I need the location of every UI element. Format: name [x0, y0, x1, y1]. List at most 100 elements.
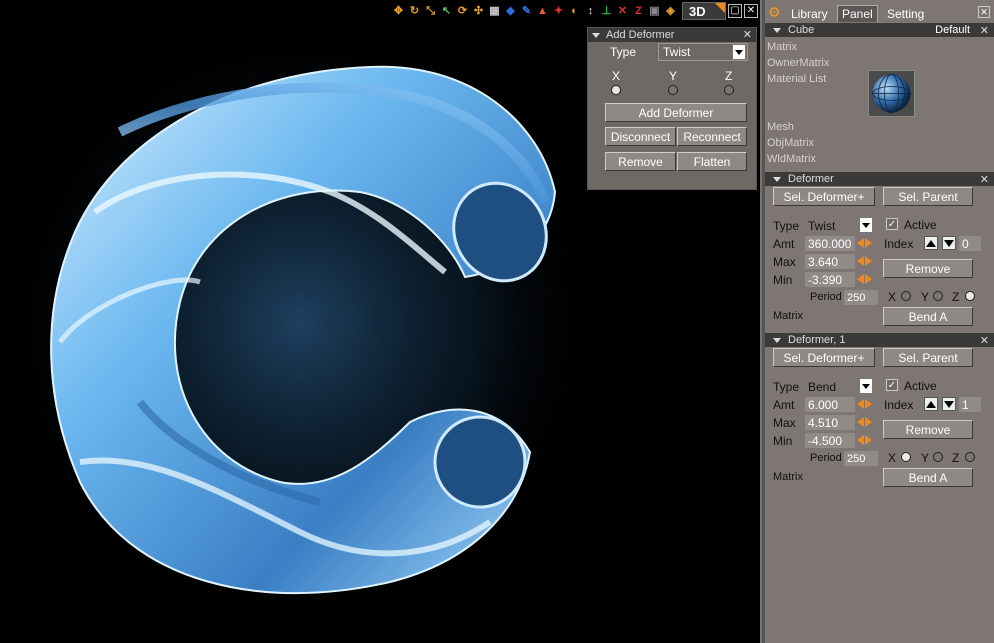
paint-icon[interactable]: ▲: [535, 3, 550, 19]
axis-y-icon[interactable]: ↕: [583, 3, 598, 19]
color-icon[interactable]: ◈: [663, 3, 678, 19]
max-field[interactable]: 3.640: [805, 254, 855, 269]
collapse-icon[interactable]: [773, 27, 781, 33]
axis-icon[interactable]: ⊥: [599, 3, 614, 19]
sel-parent-button[interactable]: Sel. Parent: [883, 348, 973, 367]
index-field[interactable]: 1: [959, 397, 981, 412]
close-icon[interactable]: ✕: [980, 173, 989, 186]
index-up-icon[interactable]: [924, 236, 938, 250]
grid-icon[interactable]: ▦: [487, 3, 502, 19]
active-checkbox[interactable]: ✓: [886, 379, 898, 391]
tab-panel[interactable]: Panel: [837, 5, 878, 22]
move-icon[interactable]: ✥: [391, 3, 406, 19]
bone-icon[interactable]: ✦: [551, 3, 566, 19]
sel-deformer-button[interactable]: Sel. Deformer+: [773, 348, 875, 367]
axis-y-radio[interactable]: [668, 85, 678, 95]
axis-x-icon[interactable]: ✕: [615, 3, 630, 19]
collapse-icon[interactable]: [773, 337, 781, 343]
active-checkbox[interactable]: ✓: [886, 218, 898, 230]
scale-icon[interactable]: ⤡: [423, 3, 438, 19]
add-deformer-panel: Add Deformer ✕ Type Twist X Y Z Add Defo…: [587, 27, 757, 190]
amt-stepper-icon[interactable]: [857, 399, 875, 411]
chevron-down-icon[interactable]: [859, 217, 873, 233]
reconnect-button[interactable]: Reconnect: [677, 127, 747, 146]
refresh-icon[interactable]: ⟳: [455, 3, 470, 19]
prop-material-list[interactable]: Material List: [767, 73, 826, 85]
axis-y-radio[interactable]: [933, 452, 943, 462]
index-field[interactable]: 0: [959, 236, 981, 251]
axis-z-radio[interactable]: [965, 452, 975, 462]
max-stepper-icon[interactable]: [857, 256, 875, 268]
axis-x-radio[interactable]: [901, 291, 911, 301]
remove-deformer-button[interactable]: Remove: [883, 420, 973, 439]
matrix-label: Matrix: [773, 471, 803, 483]
prop-mesh[interactable]: Mesh: [767, 121, 794, 133]
prop-ownermatrix[interactable]: OwnerMatrix: [767, 57, 829, 69]
axis-x-label: X: [888, 290, 897, 304]
index-up-icon[interactable]: [924, 397, 938, 411]
axis-x-radio[interactable]: [901, 452, 911, 462]
prop-matrix[interactable]: Matrix: [767, 41, 797, 53]
remove-button[interactable]: Remove: [605, 152, 676, 171]
preset-label[interactable]: Default: [935, 24, 970, 36]
axis-z-radio[interactable]: [965, 291, 975, 301]
index-down-icon[interactable]: [942, 397, 956, 411]
deformer-section-header[interactable]: Deformer, 1 ✕: [765, 333, 994, 347]
prop-objmatrix[interactable]: ObjMatrix: [767, 137, 814, 149]
maximize-icon[interactable]: ▢: [728, 4, 742, 18]
cube-icon[interactable]: ◆: [503, 3, 518, 19]
matrix-target-button[interactable]: Bend A: [883, 307, 973, 326]
collapse-icon[interactable]: [773, 176, 781, 182]
select-icon[interactable]: ↖: [439, 3, 454, 19]
sphere-icon: [869, 71, 914, 116]
min-stepper-icon[interactable]: [857, 435, 875, 447]
chevron-down-icon[interactable]: [732, 44, 746, 60]
max-field[interactable]: 4.510: [805, 415, 855, 430]
close-icon[interactable]: ✕: [743, 28, 752, 41]
amt-field[interactable]: 6.000: [805, 397, 855, 412]
chevron-down-icon[interactable]: [859, 378, 873, 394]
close-icon[interactable]: ✕: [978, 6, 990, 18]
tab-setting[interactable]: Setting: [883, 5, 928, 22]
period-field[interactable]: 250: [844, 451, 878, 466]
amt-field[interactable]: 360.000: [805, 236, 855, 251]
min-stepper-icon[interactable]: [857, 274, 875, 286]
amt-stepper-icon[interactable]: [857, 238, 875, 250]
axis-y-label: Y: [669, 69, 678, 83]
camera-icon[interactable]: ▣: [647, 3, 662, 19]
axis-y-radio[interactable]: [933, 291, 943, 301]
axis-z-radio[interactable]: [724, 85, 734, 95]
rotate-icon[interactable]: ↻: [407, 3, 422, 19]
3d-viewport[interactable]: ✥ ↻ ⤡ ↖ ⟳ ✣ ▦ ◆ ✎ ▲ ✦ ◐ ↕ ⊥ ✕ Z ▣ ◈ 3D ▢ ✕: [0, 0, 760, 643]
brush-icon[interactable]: ✎: [519, 3, 534, 19]
axis-x-label: X: [612, 69, 621, 83]
tab-library[interactable]: Library: [787, 5, 832, 22]
close-icon[interactable]: ✕: [744, 4, 758, 18]
collapse-icon[interactable]: [592, 32, 600, 38]
prop-wldmatrix[interactable]: WldMatrix: [767, 153, 816, 165]
min-field[interactable]: -4.500: [805, 433, 855, 448]
disconnect-button[interactable]: Disconnect: [605, 127, 676, 146]
add-deformer-button[interactable]: Add Deformer: [605, 103, 747, 122]
max-stepper-icon[interactable]: [857, 417, 875, 429]
magnet-icon[interactable]: ◐: [567, 3, 582, 19]
cube-section-header[interactable]: Cube Default ✕: [765, 23, 994, 37]
type-dropdown[interactable]: Twist: [658, 43, 748, 61]
matrix-target-button[interactable]: Bend A: [883, 468, 973, 487]
close-icon[interactable]: ✕: [980, 24, 989, 37]
transform-icon[interactable]: ✣: [471, 3, 486, 19]
axis-z-icon[interactable]: Z: [631, 3, 646, 19]
min-field[interactable]: -3.390: [805, 272, 855, 287]
deformer-section-header[interactable]: Deformer ✕: [765, 172, 994, 186]
remove-deformer-button[interactable]: Remove: [883, 259, 973, 278]
view-mode-button[interactable]: 3D: [682, 2, 726, 20]
period-field[interactable]: 250: [844, 290, 878, 305]
material-thumbnail[interactable]: [868, 70, 915, 117]
close-icon[interactable]: ✕: [980, 334, 989, 347]
sel-parent-button[interactable]: Sel. Parent: [883, 187, 973, 206]
axis-x-radio[interactable]: [611, 85, 621, 95]
flatten-button[interactable]: Flatten: [677, 152, 747, 171]
index-down-icon[interactable]: [942, 236, 956, 250]
add-deformer-titlebar[interactable]: Add Deformer ✕: [588, 28, 756, 42]
sel-deformer-button[interactable]: Sel. Deformer+: [773, 187, 875, 206]
